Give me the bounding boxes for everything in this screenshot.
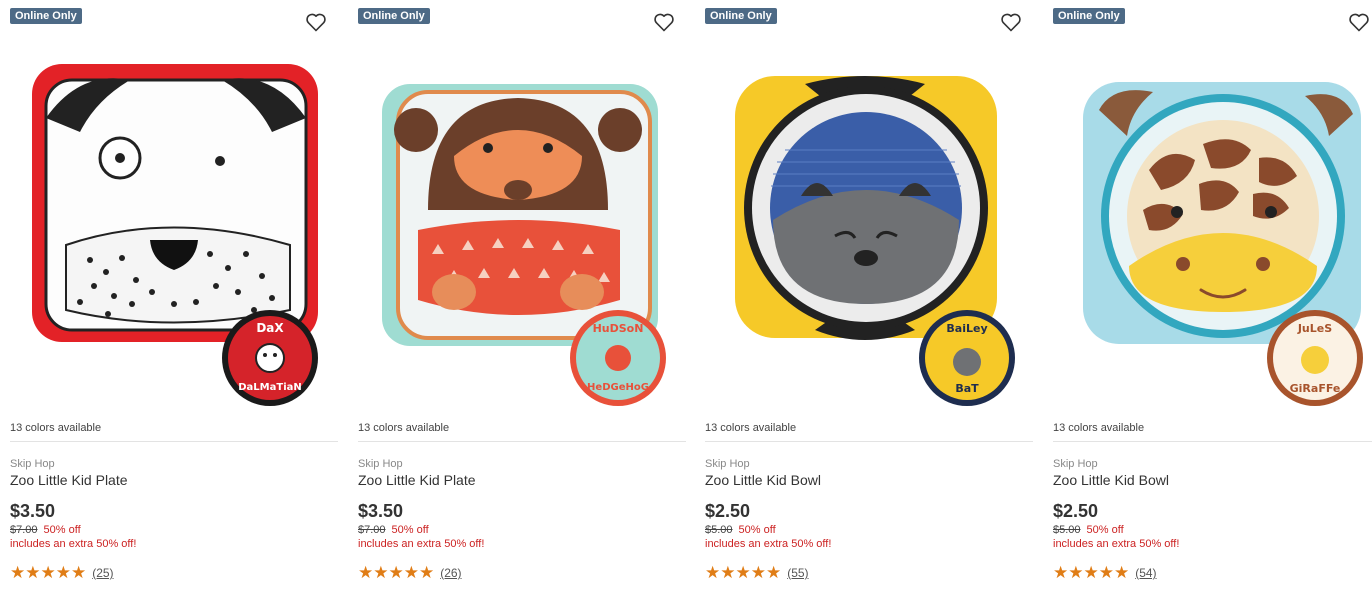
star-rating-icon: ★★★★★ — [10, 563, 87, 582]
original-price-row: $7.00 50% off — [358, 524, 429, 536]
original-price-row: $5.00 50% off — [1053, 524, 1124, 536]
product-brand: Skip Hop — [358, 458, 403, 470]
product-brand: Skip Hop — [1053, 458, 1098, 470]
review-count[interactable]: (25) — [92, 566, 113, 580]
extra-discount-text: includes an extra 50% off! — [358, 538, 485, 550]
colors-available-link[interactable]: 13 colors available — [10, 422, 101, 434]
svg-text:GiRaFFe: GiRaFFe — [1290, 382, 1341, 395]
divider — [1053, 441, 1372, 442]
divider — [10, 441, 338, 442]
online-only-badge: Online Only — [1053, 8, 1125, 24]
online-only-badge: Online Only — [705, 8, 777, 24]
sale-price: $2.50 — [705, 501, 751, 521]
wishlist-heart-icon[interactable] — [652, 10, 676, 34]
rating-link[interactable]: ★★★★★ (25) — [10, 564, 114, 582]
sale-price: $3.50 — [10, 501, 56, 521]
wishlist-heart-icon[interactable] — [304, 10, 328, 34]
divider — [358, 441, 686, 442]
colors-available-link[interactable]: 13 colors available — [705, 422, 796, 434]
sale-price: $3.50 — [358, 501, 404, 521]
product-card[interactable]: Online Only — [695, 0, 1033, 591]
product-image[interactable]: HuDSoN HeDGeHoG — [358, 40, 678, 412]
svg-text:HuDSoN: HuDSoN — [593, 322, 644, 335]
svg-text:DaLMaTiaN: DaLMaTiaN — [238, 382, 302, 393]
review-count[interactable]: (54) — [1135, 566, 1156, 580]
divider — [705, 441, 1033, 442]
product-title-link[interactable]: Zoo Little Kid Bowl — [1053, 472, 1169, 488]
product-card[interactable]: Online Only — [348, 0, 686, 591]
original-price-row: $5.00 50% off — [705, 524, 776, 536]
product-image[interactable]: DaX DaLMaTiaN — [10, 40, 330, 412]
wishlist-heart-icon[interactable] — [999, 10, 1023, 34]
dalmatian-plate-image: DaX DaLMaTiaN — [32, 64, 318, 406]
hedgehog-plate-image: HuDSoN HeDGeHoG — [382, 84, 666, 406]
svg-text:JuLeS: JuLeS — [1297, 322, 1332, 335]
original-price: $5.00 — [1053, 524, 1081, 536]
svg-text:DaX: DaX — [256, 321, 284, 335]
product-brand: Skip Hop — [10, 458, 55, 470]
discount-text: 50% off — [1086, 524, 1124, 536]
product-title-link[interactable]: Zoo Little Kid Bowl — [705, 472, 821, 488]
star-rating-icon: ★★★★★ — [705, 563, 782, 582]
original-price: $7.00 — [358, 524, 386, 536]
svg-text:HeDGeHoG: HeDGeHoG — [587, 382, 649, 393]
original-price: $7.00 — [10, 524, 38, 536]
product-card[interactable]: Online Only — [1043, 0, 1372, 591]
product-card[interactable]: Online Only — [0, 0, 338, 591]
original-price: $5.00 — [705, 524, 733, 536]
star-rating-icon: ★★★★★ — [358, 563, 435, 582]
rating-link[interactable]: ★★★★★ (54) — [1053, 564, 1157, 582]
product-title-link[interactable]: Zoo Little Kid Plate — [358, 472, 476, 488]
original-price-row: $7.00 50% off — [10, 524, 81, 536]
extra-discount-text: includes an extra 50% off! — [1053, 538, 1180, 550]
svg-text:BaiLey: BaiLey — [946, 322, 987, 335]
online-only-badge: Online Only — [10, 8, 82, 24]
extra-discount-text: includes an extra 50% off! — [705, 538, 832, 550]
product-title-link[interactable]: Zoo Little Kid Plate — [10, 472, 128, 488]
rating-link[interactable]: ★★★★★ (26) — [358, 564, 462, 582]
rating-link[interactable]: ★★★★★ (55) — [705, 564, 809, 582]
star-rating-icon: ★★★★★ — [1053, 563, 1130, 582]
review-count[interactable]: (55) — [787, 566, 808, 580]
svg-text:BaT: BaT — [955, 382, 979, 395]
discount-text: 50% off — [738, 524, 776, 536]
discount-text: 50% off — [43, 524, 81, 536]
product-grid: Online Only DaX DaLMaTiaN 13 colors avai… — [0, 0, 1372, 591]
sale-price: $2.50 — [1053, 501, 1099, 521]
product-image[interactable]: JuLeS GiRaFFe — [1053, 40, 1372, 412]
extra-discount-text: includes an extra 50% off! — [10, 538, 137, 550]
giraffe-bowl-image: JuLeS GiRaFFe — [1083, 82, 1363, 406]
online-only-badge: Online Only — [358, 8, 430, 24]
colors-available-link[interactable]: 13 colors available — [1053, 422, 1144, 434]
bat-bowl-image: BaiLey BaT — [735, 76, 1015, 406]
wishlist-heart-icon[interactable] — [1347, 10, 1371, 34]
colors-available-link[interactable]: 13 colors available — [358, 422, 449, 434]
product-image[interactable]: BaiLey BaT — [705, 40, 1025, 412]
product-brand: Skip Hop — [705, 458, 750, 470]
discount-text: 50% off — [391, 524, 429, 536]
review-count[interactable]: (26) — [440, 566, 461, 580]
